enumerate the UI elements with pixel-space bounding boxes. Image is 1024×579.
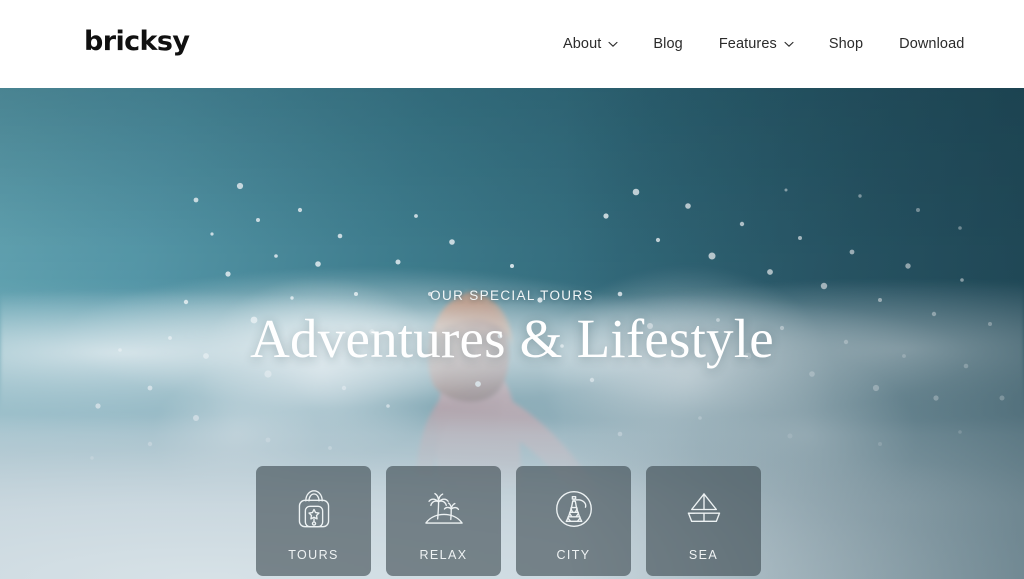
nav-item-label: About: [563, 36, 602, 52]
nav-item-label: Download: [899, 36, 965, 52]
site-header: bricksy About Blog Features Shop Downloa…: [0, 0, 1024, 88]
main-navigation: About Blog Features Shop Download: [545, 0, 982, 88]
chevron-down-icon[interactable]: [784, 41, 794, 47]
nav-item-shop[interactable]: Shop: [811, 0, 881, 88]
nav-item-blog[interactable]: Blog: [635, 0, 700, 88]
hero-content: OUR SPECIAL TOURS Adventures & Lifestyle: [0, 88, 1024, 579]
hero-eyebrow: OUR SPECIAL TOURS: [430, 288, 594, 303]
nav-item-features[interactable]: Features: [701, 0, 811, 88]
nav-item-label: Features: [718, 36, 777, 52]
nav-item-label: Blog: [653, 36, 683, 52]
nav-item-download[interactable]: Download: [881, 0, 982, 88]
hero-section: OUR SPECIAL TOURS Adventures & Lifestyle: [0, 88, 1024, 579]
hero-headline: Adventures & Lifestyle: [250, 308, 774, 369]
nav-item-label: Shop: [828, 36, 864, 52]
chevron-down-icon[interactable]: [608, 41, 618, 47]
nav-item-about[interactable]: About: [545, 0, 635, 88]
site-logo[interactable]: bricksy: [84, 28, 190, 55]
